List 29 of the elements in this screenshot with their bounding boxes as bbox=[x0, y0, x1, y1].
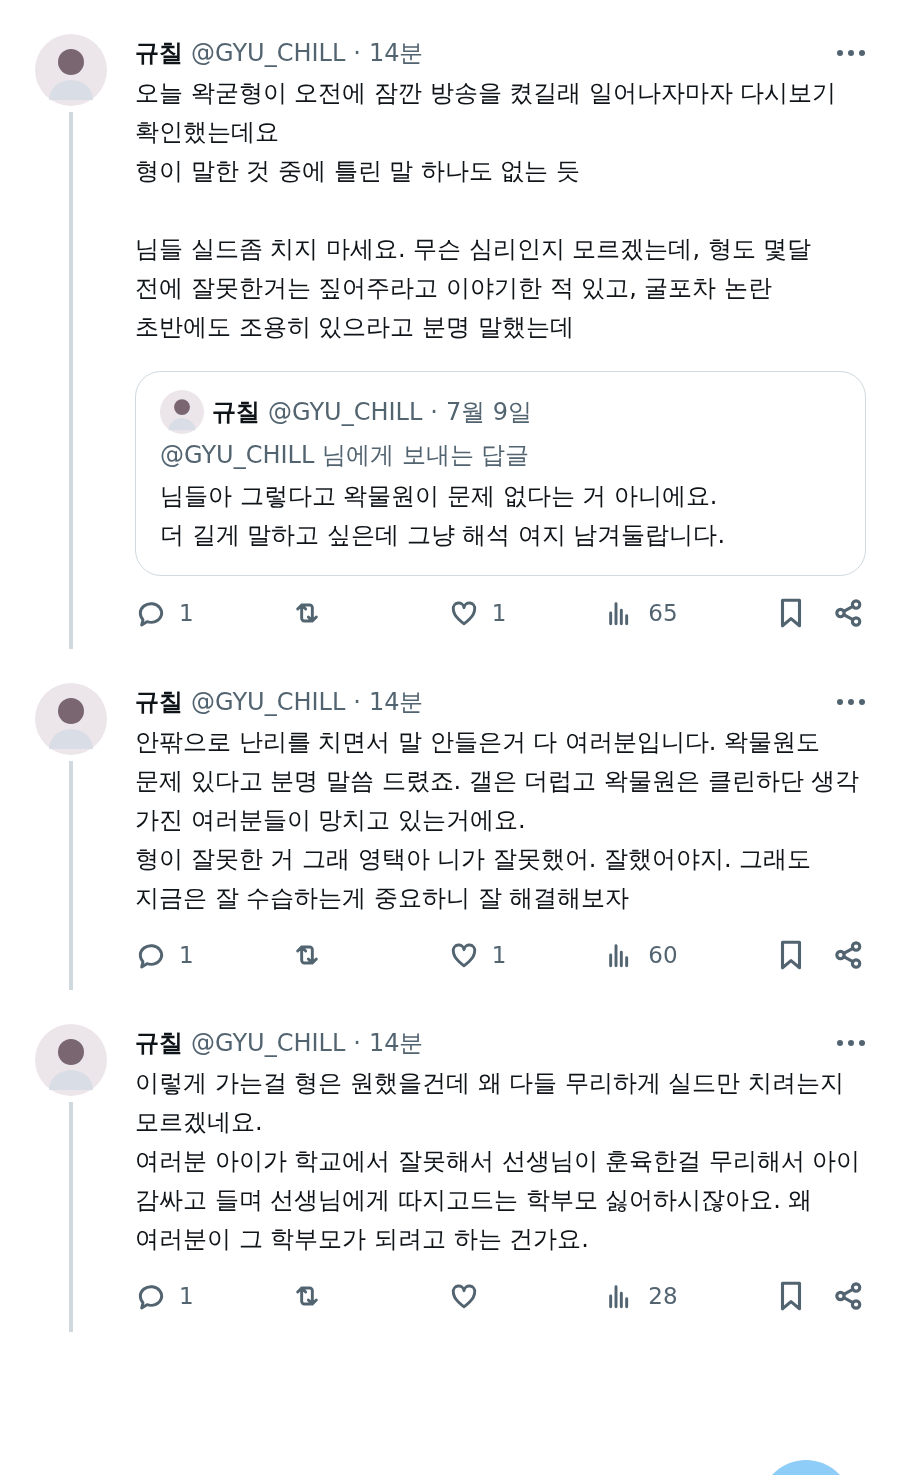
author-handle: @GYU_CHILL bbox=[268, 397, 423, 428]
post-text: 이렇게 가는걸 형은 원했을건데 왜 다들 무리하게 실드만 치려는지 모르겠네요. 여러분 아이가 학교에서 잘못해서 선생님이 훈육한걸 무리해서 아이 감싸고 들며 선생님에게 따지고드는 학부모 싫어하시잖아요. 왜 여러분이 그 학부모가 되려고 하는 건가요. bbox=[135, 1068, 862, 1255]
dot-separator: · bbox=[353, 1028, 361, 1059]
post-time: 14분 bbox=[368, 1028, 424, 1059]
count-label: 1 bbox=[491, 599, 507, 628]
count-label: 1 bbox=[179, 940, 194, 970]
count-label: 1 bbox=[179, 1282, 194, 1311]
count-label: 28 bbox=[648, 1282, 678, 1311]
author-name: 규칠 bbox=[135, 686, 183, 718]
quoted-post-text: 님들아 그렇다고 왁물원이 문제 없다는 거 아니에요. 더 길게 말하고 싶은데 그냥 해석 여지 남겨둘랍니다. bbox=[160, 481, 727, 551]
post-time: 7월 9일 bbox=[445, 397, 533, 428]
author-name: 규칠 bbox=[135, 1028, 183, 1059]
author-handle: @GYU_CHILL bbox=[191, 1028, 346, 1059]
dot-separator: · bbox=[353, 686, 361, 718]
post-time: 14분 bbox=[368, 38, 424, 69]
post-text: 오늘 왁굳형이 오전에 잠깐 방송을 켰길래 일어나자마자 다시보기 확인했는데요 형이 말한 것 중에 틀린 말 하나도 없는 듯 님들 실드좀 치지 마세요. 무슨 심리인지 모르겠는데, 형도 몇달 전에 잘못한거는 짚어주라고 이야기한 적 있고, 굴포차 논란 초반에도 조용히 있으라고 분명 말했는데 bbox=[135, 78, 838, 343]
dot-separator: · bbox=[353, 38, 361, 69]
count-label: 65 bbox=[648, 599, 678, 628]
post-time: 14분 bbox=[368, 686, 424, 718]
author-name: 규칠 bbox=[135, 38, 183, 69]
count-label: 60 bbox=[648, 940, 678, 970]
author-handle: @GYU_CHILL bbox=[191, 686, 346, 718]
reply-to-label: @GYU_CHILL 님에게 보내는 답글 bbox=[160, 440, 531, 471]
author-handle: @GYU_CHILL bbox=[191, 38, 346, 69]
post-text: 안팎으로 난리를 치면서 말 안들은거 다 여러분입니다. 왁물원도 문제 있다고 분명 말씀 드렸죠. 갤은 더럽고 왁물원은 클린하단 생각 가진 여러분들이 망치고 있는거에요. 형이 잘못한 거 그래 영택아 니가 잘못했어. 잘했어야지. 그래도 지금은 잘 수습하는게 중요하니 잘 해결해보자 bbox=[135, 726, 861, 914]
dot-separator: · bbox=[430, 397, 438, 428]
author-name: 규칠 bbox=[212, 397, 260, 428]
count-label: 1 bbox=[179, 599, 194, 628]
count-label: 1 bbox=[491, 940, 507, 970]
